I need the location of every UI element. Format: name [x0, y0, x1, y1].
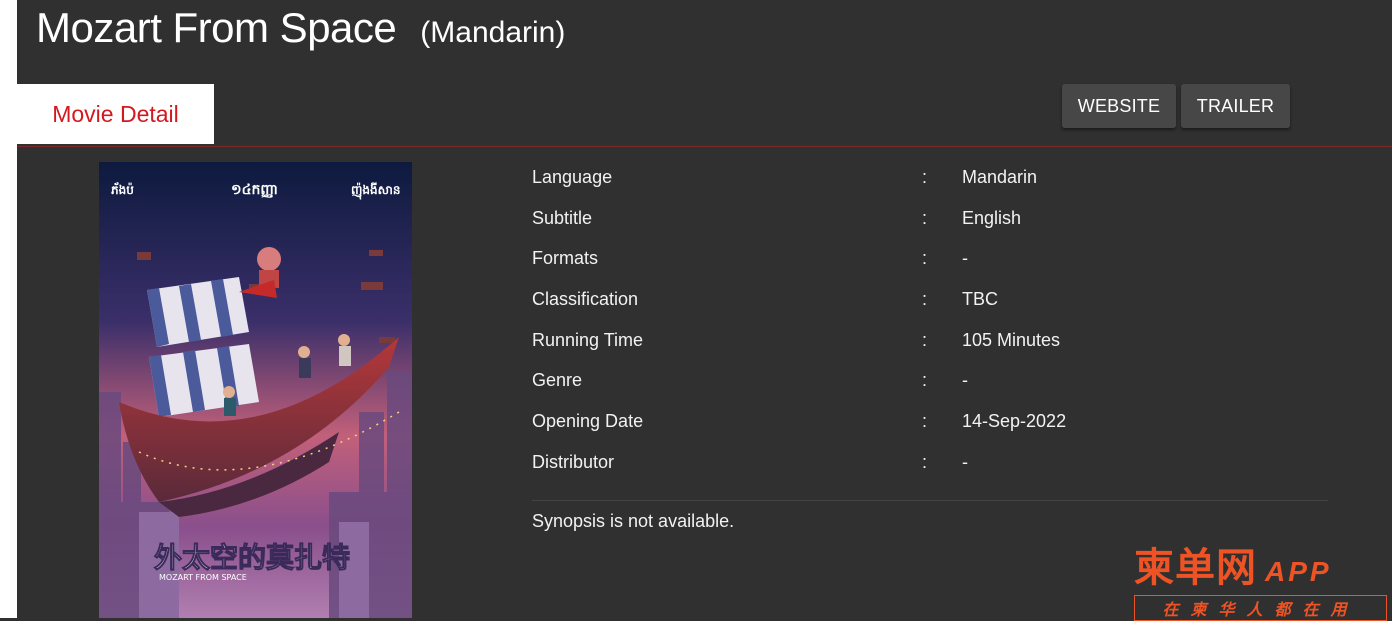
- poster-credit-center: ១៤កញ្ញា: [231, 182, 278, 198]
- detail-label: Running Time: [532, 329, 644, 350]
- detail-row-classification: Classification : TBC: [532, 279, 1328, 320]
- detail-separator: :: [922, 207, 928, 228]
- detail-separator: :: [922, 248, 928, 269]
- detail-label: Language: [532, 166, 613, 187]
- trailer-button[interactable]: TRAILER: [1181, 84, 1290, 128]
- movie-poster: ភ័ងប៉ ១៤កញ្ញា ញ៉ុងងីសាន 外太空的莫扎特 MOZART F…: [99, 162, 412, 618]
- poster-english-title: MOZART FROM SPACE: [159, 573, 247, 582]
- page-header: Mozart From Space (Mandarin): [36, 4, 565, 54]
- watermark-slogan: 在柬华人都在用: [1134, 595, 1387, 621]
- poster-chinese-title: 外太空的莫扎特: [154, 541, 350, 574]
- details-divider: [532, 499, 1328, 501]
- detail-label: Classification: [532, 288, 639, 309]
- detail-value: 14-Sep-2022: [962, 410, 1067, 431]
- tab-movie-detail[interactable]: Movie Detail: [17, 84, 214, 144]
- detail-value: English: [962, 207, 1022, 228]
- detail-row-language: Language : Mandarin: [532, 157, 1328, 198]
- tab-underline: [17, 146, 1392, 147]
- detail-row-genre: Genre : -: [532, 360, 1328, 401]
- detail-row-opening-date: Opening Date : 14-Sep-2022: [532, 401, 1328, 442]
- detail-row-running-time: Running Time : 105 Minutes: [532, 320, 1328, 361]
- detail-value: -: [962, 451, 968, 472]
- detail-row-distributor: Distributor : -: [532, 442, 1328, 483]
- detail-label: Distributor: [532, 451, 615, 472]
- detail-row-subtitle: Subtitle : English: [532, 198, 1328, 239]
- detail-separator: :: [922, 329, 928, 350]
- movie-language-tag: (Mandarin): [420, 16, 566, 49]
- detail-separator: :: [922, 451, 928, 472]
- detail-separator: :: [922, 410, 928, 431]
- detail-label: Genre: [532, 370, 583, 391]
- detail-separator: :: [922, 370, 928, 391]
- website-button[interactable]: WEBSITE: [1062, 84, 1176, 128]
- detail-value: Mandarin: [962, 166, 1038, 187]
- detail-value: TBC: [962, 288, 998, 309]
- detail-value: -: [962, 370, 968, 391]
- poster-credit-left: ភ័ងប៉: [111, 182, 134, 197]
- watermark-logo: 柬单网 APP 在柬华人都在用: [1134, 535, 1387, 621]
- watermark-brand: 柬单网 APP: [1134, 535, 1387, 593]
- movie-title: Mozart From Space: [36, 4, 397, 51]
- movie-details: Language : Mandarin Subtitle : English F…: [532, 157, 1328, 532]
- detail-value: -: [962, 248, 968, 269]
- detail-row-formats: Formats : -: [532, 238, 1328, 279]
- left-edge-strip: [0, 0, 17, 618]
- detail-separator: :: [922, 166, 928, 187]
- watermark-brand-cn: 柬单网: [1134, 546, 1257, 590]
- detail-value: 105 Minutes: [962, 329, 1061, 350]
- detail-label: Opening Date: [532, 410, 644, 431]
- watermark-brand-app: APP: [1265, 556, 1332, 587]
- detail-label: Formats: [532, 248, 599, 269]
- detail-label: Subtitle: [532, 207, 593, 228]
- detail-separator: :: [922, 288, 928, 309]
- synopsis-text: Synopsis is not available.: [532, 510, 735, 531]
